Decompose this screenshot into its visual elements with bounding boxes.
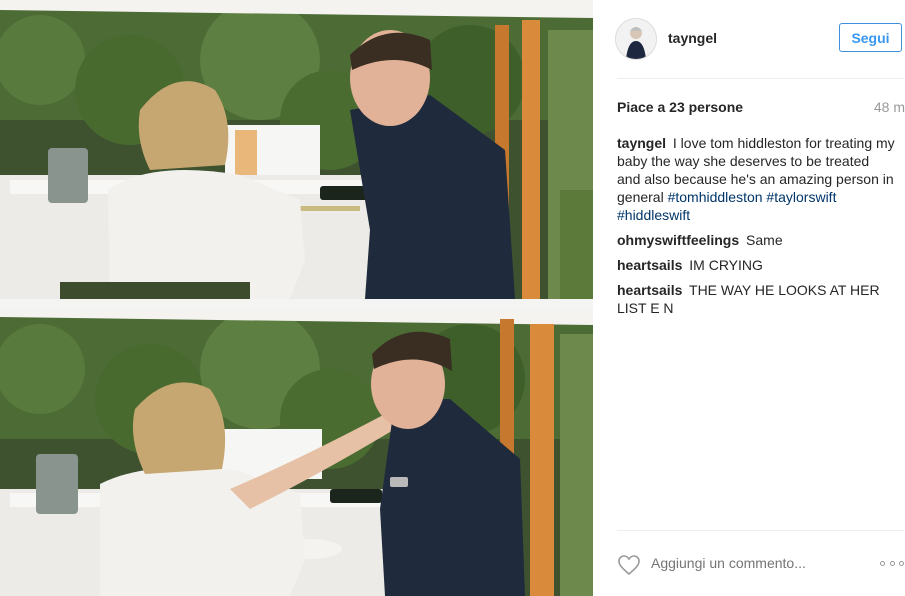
- photo-divider: [0, 299, 593, 309]
- likes-count[interactable]: Piace a 23 persone: [617, 99, 743, 115]
- more-options-icon[interactable]: [880, 556, 904, 570]
- post-header: tayngel Segui: [593, 0, 905, 78]
- comment-text: IM CRYING: [689, 257, 763, 273]
- photo-top-panel: [0, 0, 593, 299]
- comment-username[interactable]: heartsails: [617, 257, 682, 273]
- more-dot: [880, 560, 885, 566]
- caption-comment: tayngel I love tom hiddleston for treati…: [617, 134, 895, 224]
- comment-username[interactable]: ohmyswiftfeelings: [617, 232, 739, 248]
- more-dot: [889, 560, 895, 566]
- header-divider: [617, 78, 904, 79]
- post-sidebar: tayngel Segui Piace a 23 persone 48 m ta…: [593, 0, 905, 596]
- comment-username[interactable]: tayngel: [617, 135, 666, 151]
- comment-item: heartsails THE WAY HE LOOKS AT HER LIST …: [617, 281, 895, 317]
- post-username[interactable]: tayngel: [668, 30, 717, 46]
- add-comment-bar: [617, 551, 904, 579]
- follow-button[interactable]: Segui: [839, 23, 902, 52]
- post-image[interactable]: [0, 0, 593, 596]
- comment-username[interactable]: heartsails: [617, 282, 682, 298]
- more-dot: [899, 560, 904, 566]
- footer-divider: [617, 530, 904, 531]
- comments-list: tayngel I love tom hiddleston for treati…: [617, 134, 895, 324]
- avatar[interactable]: [615, 18, 657, 60]
- avatar-image: [616, 19, 656, 59]
- post-timestamp[interactable]: 48 m: [865, 99, 905, 115]
- comment-item: heartsails IM CRYING: [617, 256, 895, 274]
- photo-bottom-panel: [0, 309, 593, 596]
- heart-outline-icon[interactable]: [617, 553, 641, 577]
- comment-text: Same: [746, 232, 783, 248]
- comment-item: ohmyswiftfeelings Same: [617, 231, 895, 249]
- comment-input[interactable]: [651, 555, 871, 571]
